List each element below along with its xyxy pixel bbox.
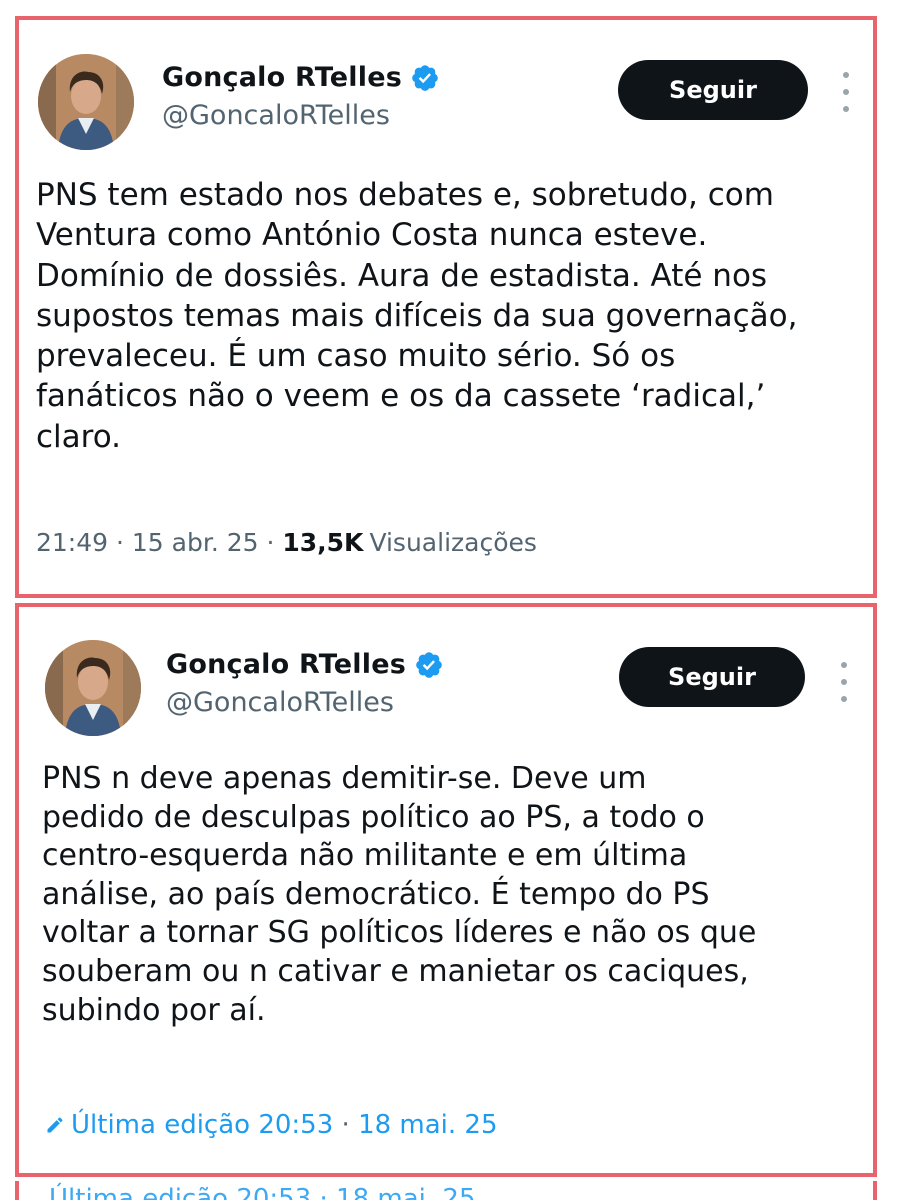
author-handle[interactable]: @GoncaloRTelles (166, 687, 394, 718)
more-vertical-icon[interactable] (832, 662, 856, 702)
tweet-time[interactable]: 21:49 (36, 528, 108, 557)
partial-edit-info: Última edição 20:53 · 18 mai. 25 (49, 1184, 476, 1200)
tweet-text: PNS n deve apenas demitir-se. Deve um pe… (42, 761, 757, 1028)
edit-date[interactable]: 18 mai. 25 (358, 1110, 497, 1140)
tweet-meta: 21:49 · 15 abr. 25 · 13,5K Visualizações (36, 528, 537, 557)
avatar-image (45, 640, 141, 736)
tweet-card[interactable]: Gonçalo RTelles @GoncaloRTelles Seguir P… (15, 603, 877, 1177)
author-name[interactable]: Gonçalo RTelles (166, 649, 406, 680)
tweet-card[interactable]: Gonçalo RTelles @GoncaloRTelles Seguir P… (15, 16, 877, 598)
pencil-icon (45, 1115, 65, 1135)
edit-time[interactable]: 20:53 (258, 1110, 333, 1140)
follow-button[interactable]: Seguir (619, 647, 805, 707)
more-vertical-icon[interactable] (834, 72, 858, 112)
edit-label[interactable]: Última edição (71, 1110, 250, 1140)
meta-separator: · (333, 1110, 359, 1140)
avatar[interactable] (38, 54, 134, 150)
meta-separator: · (258, 528, 283, 557)
tweet-date[interactable]: 15 abr. 25 (132, 528, 259, 557)
verified-badge-icon (410, 63, 440, 93)
avatar[interactable] (45, 640, 141, 736)
tweet-text: PNS tem estado nos debates e, sobretudo,… (36, 177, 798, 455)
author-name-row[interactable]: Gonçalo RTelles (166, 649, 444, 680)
author-handle[interactable]: @GoncaloRTelles (162, 100, 390, 131)
views-count[interactable]: 13,5K (282, 528, 363, 557)
author-name-row[interactable]: Gonçalo RTelles (162, 62, 440, 93)
avatar-image (38, 54, 134, 150)
verified-badge-icon (414, 650, 444, 680)
follow-button[interactable]: Seguir (618, 60, 808, 120)
next-tweet-partial: Última edição 20:53 · 18 mai. 25 (15, 1181, 877, 1200)
views-label[interactable]: Visualizações (369, 528, 536, 557)
author-name[interactable]: Gonçalo RTelles (162, 62, 402, 93)
meta-separator: · (108, 528, 132, 557)
edit-info[interactable]: Última edição 20:53 · 18 mai. 25 (45, 1110, 498, 1140)
